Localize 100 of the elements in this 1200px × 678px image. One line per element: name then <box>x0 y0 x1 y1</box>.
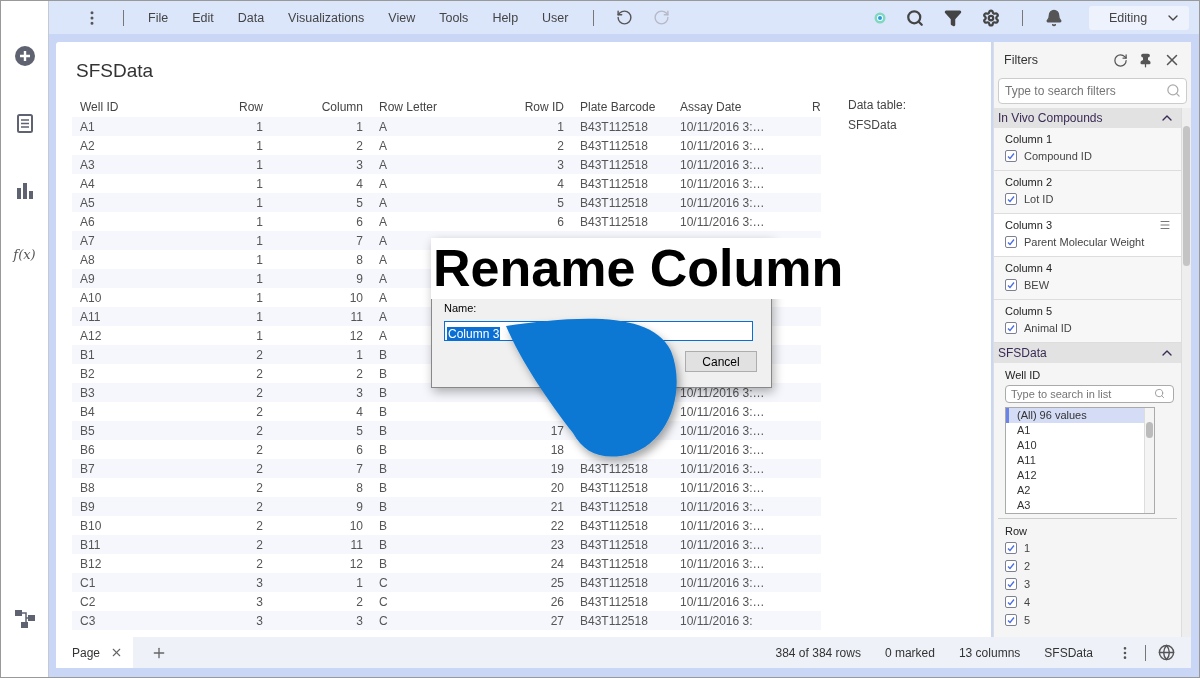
mode-dropdown[interactable]: Editing <box>1089 5 1189 30</box>
column-header[interactable]: Column <box>271 96 371 117</box>
table-cell: B43T112518 <box>580 138 648 153</box>
table-cell: 10/11/2016 3:… <box>680 499 765 514</box>
table-cell: 1 <box>256 157 263 172</box>
table-cell: 23 <box>550 537 564 552</box>
table-cell: 1 <box>356 119 363 134</box>
table-cell: B <box>379 480 387 495</box>
table-cell: 10/11/2016 3:… <box>680 556 765 571</box>
table-cell: 9 <box>356 271 363 286</box>
table-cell: 2 <box>256 461 263 476</box>
column-header[interactable]: R <box>804 96 821 117</box>
checkbox[interactable] <box>1005 596 1017 608</box>
table-cell: B9 <box>80 499 95 514</box>
table-cell: B <box>379 385 387 400</box>
undo-icon[interactable] <box>615 9 633 26</box>
menu-item[interactable]: File <box>136 10 181 25</box>
hierarchy-icon[interactable] <box>14 610 35 628</box>
table-cell: A <box>379 290 387 305</box>
menu-item[interactable]: View <box>376 10 428 25</box>
column-label: Column 3 <box>1005 219 1053 231</box>
settings-icon[interactable] <box>982 8 1000 27</box>
checkbox-label: 3 <box>1024 578 1031 590</box>
table-cell: B <box>379 423 387 438</box>
table-cell: 3 <box>557 157 564 172</box>
table-cell: B <box>379 537 387 552</box>
table-cell: 2 <box>256 347 263 362</box>
page-tab[interactable]: Page <box>56 637 134 668</box>
table-cell: 10/11/2016 3:… <box>680 176 765 191</box>
table-cell: 2 <box>256 366 263 381</box>
table-cell: C <box>379 594 388 609</box>
column-header[interactable]: Well ID <box>72 96 199 117</box>
table-cell: B43T112518 <box>580 537 648 552</box>
add-icon[interactable] <box>14 46 35 66</box>
checkbox-label: 1 <box>1024 542 1031 554</box>
column-label: Column 1 <box>1005 133 1053 145</box>
checkbox[interactable] <box>1005 193 1017 205</box>
column-card[interactable]: Column 3 Parent Molecular Weight <box>994 214 1181 257</box>
menu-item[interactable]: Data <box>225 10 277 25</box>
column-header[interactable]: Plate Barcode <box>572 96 672 117</box>
checkbox[interactable] <box>1005 614 1017 626</box>
checkbox[interactable] <box>1005 236 1017 248</box>
menu-item[interactable]: Help <box>480 10 531 25</box>
table-cell: 2 <box>356 138 363 153</box>
filter-label: Well ID <box>1005 369 1041 381</box>
table-cell: B43T112518 <box>580 518 648 533</box>
table-cell: B <box>379 461 387 476</box>
cancel-button[interactable]: Cancel <box>685 351 757 372</box>
table-cell: 1 <box>256 233 263 248</box>
checkbox[interactable] <box>1005 560 1017 572</box>
column-header[interactable]: Row ID <box>479 96 572 117</box>
table-cell: A <box>379 176 387 191</box>
table-cell: 6 <box>356 442 363 457</box>
table-cell: 3 <box>356 157 363 172</box>
menu-item[interactable]: Tools <box>427 10 481 25</box>
filter-label: Row <box>1005 525 1027 537</box>
search-field[interactable]: Type to search filters <box>998 78 1187 104</box>
table-cell: 26 <box>550 594 564 609</box>
section-header[interactable]: SFSData <box>994 343 1181 363</box>
checkbox-label: Lot ID <box>1024 193 1054 205</box>
status-text: 13 columns <box>958 645 1021 660</box>
table-cell: 3 <box>256 594 263 609</box>
table-cell: 10/11/2016 3:… <box>680 537 765 552</box>
bar-chart-icon[interactable] <box>15 181 34 199</box>
table-cell: B12 <box>80 556 102 571</box>
list-icon[interactable] <box>16 114 33 133</box>
table-cell: 6 <box>356 214 363 229</box>
menu-icon[interactable] <box>1159 219 1171 231</box>
table-cell: B43T112518 <box>580 499 648 514</box>
table-cell: A6 <box>80 214 95 229</box>
checkbox[interactable] <box>1005 542 1017 554</box>
search-icon[interactable] <box>906 8 924 27</box>
column-header[interactable]: Assay Date <box>672 96 804 117</box>
table-cell: 10/11/2016 3:… <box>680 461 765 476</box>
menu-item[interactable]: User <box>530 10 581 25</box>
list-item[interactable]: (All) 96 values <box>1006 408 1144 423</box>
table-cell: C1 <box>80 575 96 590</box>
checkbox[interactable] <box>1005 150 1017 162</box>
column-header[interactable]: Row Letter <box>371 96 479 117</box>
table-cell: 2 <box>256 404 263 419</box>
checkbox[interactable] <box>1005 279 1017 291</box>
table-cell: 10/11/2016 3:… <box>680 480 765 495</box>
table-cell: B43T112518 <box>580 195 648 210</box>
table-cell: B43T112518 <box>580 214 648 229</box>
pin-icon[interactable] <box>1138 52 1153 68</box>
checkbox[interactable] <box>1005 322 1017 334</box>
globe-icon[interactable] <box>1158 644 1175 661</box>
section-header[interactable]: In Vivo Compounds <box>994 108 1181 128</box>
bell-icon[interactable] <box>1045 8 1063 27</box>
table-cell: 12 <box>349 328 363 343</box>
checkbox[interactable] <box>1005 578 1017 590</box>
column-header[interactable]: Row <box>199 96 271 117</box>
formula-label[interactable]: f(x) <box>13 247 36 262</box>
reset-icon[interactable] <box>1113 52 1128 68</box>
table-cell: 24 <box>550 556 564 571</box>
list-search-field[interactable]: Type to search in list <box>1005 385 1174 403</box>
filter-icon[interactable] <box>944 8 962 27</box>
table-cell: B5 <box>80 423 95 438</box>
menu-item[interactable]: Edit <box>180 10 226 25</box>
menu-item[interactable]: Visualizations <box>276 10 377 25</box>
